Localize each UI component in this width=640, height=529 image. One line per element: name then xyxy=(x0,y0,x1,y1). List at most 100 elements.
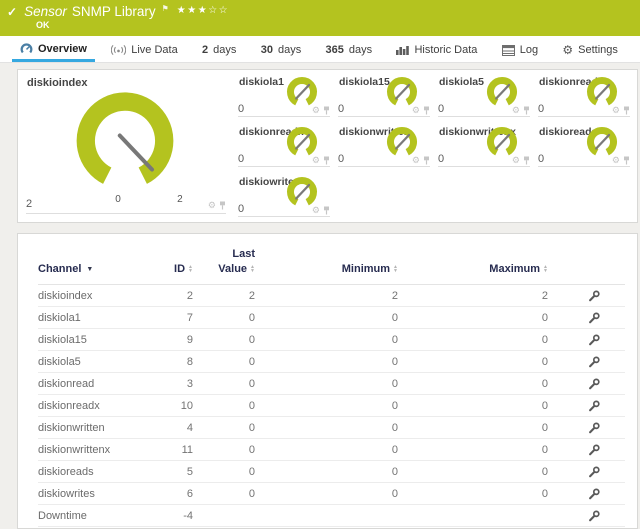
channel-minimum: 0 xyxy=(255,422,398,434)
channel-name[interactable]: diskionwrittenx xyxy=(38,444,148,456)
gauge-settings-icon[interactable]: ⚙ xyxy=(612,156,620,165)
small-gauge-cell[interactable]: diskiola15 0 ⚙ xyxy=(334,71,434,121)
small-gauge-value: 0 xyxy=(538,153,544,165)
channel-settings-wrench-icon[interactable] xyxy=(588,334,600,346)
tab-365-days[interactable]: 365 days xyxy=(318,38,381,62)
channel-name[interactable]: diskiola5 xyxy=(38,356,148,368)
column-header-last-value[interactable]: Last Value ▲▼ xyxy=(193,248,255,275)
gauge-settings-icon[interactable]: ⚙ xyxy=(512,106,520,115)
tab-overview-label: Overview xyxy=(38,43,87,55)
table-row[interactable]: diskionread 3 0 0 0 xyxy=(38,373,625,395)
pin-icon[interactable] xyxy=(523,106,530,115)
channel-last-value: 0 xyxy=(193,312,255,324)
channel-settings-wrench-icon[interactable] xyxy=(588,488,600,500)
small-gauge-cell[interactable]: diskionreadx 0 ⚙ xyxy=(234,121,334,171)
pin-icon[interactable] xyxy=(323,156,330,165)
tab-log[interactable]: Log xyxy=(494,38,546,62)
gauge-settings-icon[interactable]: ⚙ xyxy=(312,156,320,165)
small-gauge-cell[interactable]: diskiola1 0 ⚙ xyxy=(234,71,334,121)
channel-settings-wrench-icon[interactable] xyxy=(588,466,600,478)
main-gauge: 0 2 xyxy=(62,85,188,207)
flag-icon[interactable]: ⚑ xyxy=(162,4,169,13)
table-row[interactable]: diskioindex 2 2 2 2 xyxy=(38,285,625,307)
channel-name[interactable]: diskioreads xyxy=(38,466,148,478)
table-row[interactable]: diskiowrites 6 0 0 0 xyxy=(38,483,625,505)
status-badge: OK xyxy=(36,20,632,30)
channel-name[interactable]: diskiola15 xyxy=(38,334,148,346)
pin-icon[interactable] xyxy=(623,106,630,115)
pin-icon[interactable] xyxy=(323,106,330,115)
small-gauge-cell[interactable]: diskiowrites 0 ⚙ xyxy=(234,171,334,221)
tab-2-days[interactable]: 2 days xyxy=(194,38,244,62)
small-gauge-value: 0 xyxy=(238,103,244,115)
small-gauge-value: 0 xyxy=(238,153,244,165)
channel-settings-wrench-icon[interactable] xyxy=(588,444,600,456)
channel-settings-wrench-icon[interactable] xyxy=(588,422,600,434)
channel-settings-wrench-icon[interactable] xyxy=(588,400,600,412)
table-row[interactable]: diskionreadx 10 0 0 0 xyxy=(38,395,625,417)
channel-settings-wrench-icon[interactable] xyxy=(588,378,600,390)
main-gauge-cell[interactable]: diskioindex 0 2 2 ⚙ xyxy=(18,70,231,222)
gauge-settings-icon[interactable]: ⚙ xyxy=(208,201,216,210)
pin-icon[interactable] xyxy=(423,106,430,115)
tab-live-data[interactable]: Live Data xyxy=(103,38,185,62)
gauge-settings-icon[interactable]: ⚙ xyxy=(312,106,320,115)
table-row[interactable]: diskionwrittenx 11 0 0 0 xyxy=(38,439,625,461)
small-gauge-cell[interactable]: diskiola5 0 ⚙ xyxy=(434,71,534,121)
pin-icon[interactable] xyxy=(219,201,226,210)
gauge-settings-icon[interactable]: ⚙ xyxy=(412,106,420,115)
gauge-settings-icon[interactable]: ⚙ xyxy=(612,106,620,115)
tab-live-data-label: Live Data xyxy=(131,44,177,56)
column-header-id[interactable]: ID ▲▼ xyxy=(148,263,193,275)
sensor-name: SNMP Library xyxy=(72,4,156,19)
channel-last-value: 0 xyxy=(193,400,255,412)
small-gauge-cell[interactable]: diskionwritten 0 ⚙ xyxy=(334,121,434,171)
tab-log-label: Log xyxy=(520,44,538,56)
small-gauge-cell[interactable]: diskionread 0 ⚙ xyxy=(534,71,634,121)
gauge-settings-icon[interactable]: ⚙ xyxy=(512,156,520,165)
star-rating[interactable]: ★★★☆☆ xyxy=(177,5,229,16)
channel-id: 11 xyxy=(148,444,193,456)
small-gauge-cell[interactable]: diskionwrittenx 0 ⚙ xyxy=(434,121,534,171)
channel-name[interactable]: diskionreadx xyxy=(38,400,148,412)
channel-maximum: 0 xyxy=(398,488,548,500)
pin-icon[interactable] xyxy=(523,156,530,165)
channel-maximum: 0 xyxy=(398,400,548,412)
tab-overview[interactable]: Overview xyxy=(12,38,95,62)
table-row[interactable]: diskioreads 5 0 0 0 xyxy=(38,461,625,483)
channel-name[interactable]: diskiola1 xyxy=(38,312,148,324)
table-row[interactable]: diskiola1 7 0 0 0 xyxy=(38,307,625,329)
channel-name[interactable]: diskionread xyxy=(38,378,148,390)
tab-30-days[interactable]: 30 days xyxy=(253,38,310,62)
channel-id: 10 xyxy=(148,400,193,412)
channel-minimum: 0 xyxy=(255,400,398,412)
channel-settings-wrench-icon[interactable] xyxy=(588,356,600,368)
channel-id: 9 xyxy=(148,334,193,346)
channel-settings-wrench-icon[interactable] xyxy=(588,290,600,302)
tab-historic-data[interactable]: Historic Data xyxy=(388,38,485,62)
table-row[interactable]: diskiola5 8 0 0 0 xyxy=(38,351,625,373)
pin-icon[interactable] xyxy=(323,206,330,215)
column-header-maximum[interactable]: Maximum ▲▼ xyxy=(398,263,548,275)
gauge-settings-icon[interactable]: ⚙ xyxy=(412,156,420,165)
channel-last-value: 0 xyxy=(193,444,255,456)
column-header-minimum[interactable]: Minimum ▲▼ xyxy=(255,263,398,275)
tab-settings[interactable]: ⚙ Settings xyxy=(554,38,626,62)
channel-settings-wrench-icon[interactable] xyxy=(588,312,600,324)
channel-name[interactable]: diskioindex xyxy=(38,290,148,302)
pin-icon[interactable] xyxy=(623,156,630,165)
column-header-channel[interactable]: Channel ▼ xyxy=(38,263,148,275)
table-row[interactable]: Downtime -4 xyxy=(38,505,625,527)
channel-settings-wrench-icon[interactable] xyxy=(588,510,600,522)
small-gauge-cell[interactable]: diskioreads 0 ⚙ xyxy=(534,121,634,171)
table-row[interactable]: diskionwritten 4 0 0 0 xyxy=(38,417,625,439)
sort-desc-icon: ▼ xyxy=(86,266,93,273)
table-row[interactable]: diskiola15 9 0 0 0 xyxy=(38,329,625,351)
channel-name[interactable]: Downtime xyxy=(38,510,148,522)
channel-name[interactable]: diskiowrites xyxy=(38,488,148,500)
gauge-settings-icon[interactable]: ⚙ xyxy=(312,206,320,215)
pin-icon[interactable] xyxy=(423,156,430,165)
page-content: diskioindex 0 2 2 ⚙ xyxy=(0,63,640,529)
channel-name[interactable]: diskionwritten xyxy=(38,422,148,434)
channel-maximum: 0 xyxy=(398,466,548,478)
